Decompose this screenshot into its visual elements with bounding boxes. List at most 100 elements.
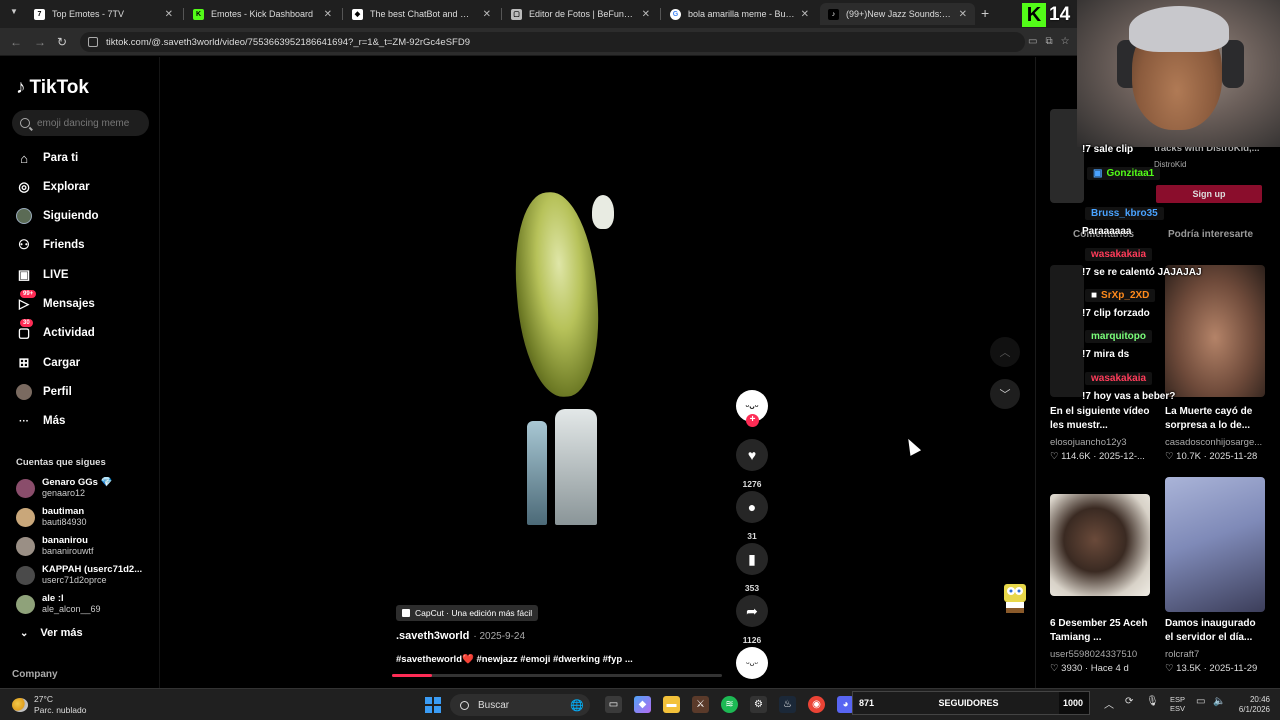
file-explorer-icon[interactable]: ▬ [663,696,680,713]
reload-icon[interactable]: ↻ [57,35,67,49]
chat-username: wasakakaia [1085,248,1153,261]
video-card-title[interactable]: 6 Desember 25 Aceh Tamiang ... [1050,617,1150,645]
network-icon[interactable]: ▭ [1196,696,1205,707]
video-thumbnail[interactable] [1165,477,1265,612]
site-info-icon[interactable] [88,37,98,47]
app-icon[interactable]: ⚔ [692,696,709,713]
spotify-icon[interactable]: ≋ [721,696,738,713]
followed-account[interactable]: bananirou bananirouwtf [16,535,94,557]
account-user: bananirouwtf [42,546,94,556]
steam-icon[interactable]: ♨ [779,696,796,713]
video-caption[interactable]: #savetheworld❤️ #newjazz #emoji #dwerkin… [396,654,633,665]
sidebar-item-para-ti[interactable]: ⌂ Para ti [16,148,78,168]
taskbar-search-label: Buscar [478,699,510,711]
sidebar-item-siguiendo[interactable]: Siguiendo [16,206,99,226]
windows-start-icon[interactable] [425,697,441,713]
sync-icon[interactable]: ⟳ [1125,696,1133,707]
video-card-title[interactable]: Damos inaugurado el servidor el día... [1165,617,1265,645]
microphone-icon[interactable]: 🎙 [1146,696,1159,707]
language-indicator[interactable]: ESP ESV [1170,695,1185,713]
video-progress-bar[interactable] [392,674,722,677]
cast-icon[interactable]: ▭ [1028,36,1037,47]
sidebar-item-mas[interactable]: ··· Más [16,411,65,431]
video-card-user[interactable]: elosojuancho12y3 [1050,437,1127,448]
taskbar-search[interactable]: Buscar 🌐 [450,694,590,716]
sidebar-item-cargar[interactable]: ⊞ Cargar [16,353,81,373]
followed-account[interactable]: Genaro GGs 💎 genaaro12 [16,477,112,499]
save-button[interactable]: ▮ 353 [736,543,768,593]
browser-tab[interactable]: K Emotes - Kick Dashboard ✕ [185,3,340,25]
followed-account[interactable]: bautiman bauti84930 [16,506,87,528]
chrome-icon[interactable]: ◉ [808,696,825,713]
back-icon[interactable]: ← [10,35,22,49]
sidebar-item-perfil[interactable]: Perfil [16,382,72,402]
tab-suggested[interactable]: Podría interesarte [1168,229,1253,240]
tiktok-logo[interactable]: ♪ TikTok [16,77,89,99]
browser-tab[interactable]: ▢ Editor de Fotos | BeFunky: Edita ✕ [503,3,658,25]
activity-glyph: ▢ [17,325,31,340]
close-icon[interactable]: ✕ [483,9,491,20]
music-disc[interactable]: ᵕᴗᵕ [736,647,768,679]
compass-icon: ◎ [18,179,30,194]
close-icon[interactable]: ✕ [324,9,332,20]
capcut-tag[interactable]: CapCut · Una edición más fácil [396,605,539,621]
comment-count: 31 [747,531,757,541]
close-icon[interactable]: ✕ [959,9,967,20]
video-thumbnail[interactable] [1050,265,1084,397]
company-link[interactable]: Company [12,669,58,680]
like-button[interactable]: ♥ 1276 [736,439,768,489]
volume-icon[interactable]: 🔈 [1213,696,1225,707]
close-icon[interactable]: ✕ [165,9,173,20]
video-card-user[interactable]: casadosconhijosarge... [1165,437,1262,448]
video-card-title[interactable]: En el siguiente vídeo les muestr... [1050,405,1150,433]
account-user: ale_alcon__69 [42,604,101,614]
tray-chevron-up-icon[interactable]: ︿ [1104,696,1114,711]
search-input[interactable]: emoji dancing meme [12,110,149,136]
copilot-icon[interactable]: ◆ [634,696,651,713]
followed-account[interactable]: ale :l ale_alcon__69 [16,593,101,615]
befunky-icon: ▢ [511,8,522,20]
logo-text: TikTok [29,77,89,98]
previous-video-button[interactable]: ︿ [990,337,1020,367]
video-author[interactable]: .saveth3world · 2025-9-24 [396,630,525,642]
translate-icon[interactable]: ⧉ [1045,36,1052,47]
new-tab-button[interactable]: + [981,5,989,21]
tab-search-icon[interactable]: ▼ [10,7,18,16]
tab-label: (99+)New Jazz Sounds: Saving [846,9,953,19]
sidebar-item-label: Cargar [43,357,81,369]
task-view-icon[interactable]: ▭ [605,696,622,713]
sidebar-item-live[interactable]: ▣ LIVE [16,265,69,285]
comment-button[interactable]: ● 31 [736,491,768,541]
close-icon[interactable]: ✕ [642,9,650,20]
address-bar[interactable]: tiktok.com/@.saveth3world/video/75536639… [80,32,1025,52]
browser-tab[interactable]: ◆ The best ChatBot and Widgets ✕ [344,3,499,25]
weather-widget[interactable]: 27°C Parc. nublado [12,694,86,716]
bookmark-star-icon[interactable]: ☆ [1061,36,1070,47]
next-video-button[interactable]: ﹀ [990,379,1020,409]
chat-message: Paraaaaaa [1082,226,1132,237]
kick-icon: K [193,8,204,20]
sidebar-item-explorar[interactable]: ◎ Explorar [16,177,89,197]
see-more-button[interactable]: ⌄ Ver más [20,627,83,639]
video-thumbnail[interactable] [1050,494,1150,596]
app-icon[interactable]: ⚙ [750,696,767,713]
sidebar-item-mensajes[interactable]: ▷ 99+ Mensajes [16,290,95,314]
close-icon[interactable]: ✕ [801,9,809,20]
system-clock[interactable]: 20:46 6/1/2026 [1228,695,1270,715]
followed-account[interactable]: KAPPAH (userc71d2... userc71d2oprce [16,564,142,586]
tiktok-note-icon: ♪ [16,77,26,98]
video-player[interactable]: CapCut · Una edición más fácil .saveth3w… [160,57,1033,692]
sign-up-button[interactable]: Sign up [1156,185,1262,203]
video-thumbnail[interactable] [1165,265,1265,397]
video-card-user[interactable]: rolcraft7 [1165,649,1199,660]
follow-plus-button[interactable]: + [746,414,759,427]
forward-icon[interactable]: → [34,35,46,49]
browser-tab-active[interactable]: ♪ (99+)New Jazz Sounds: Saving ✕ [820,3,975,25]
browser-tab[interactable]: G bola amarilla meme - Buscar co ✕ [662,3,817,25]
browser-tab[interactable]: 7 Top Emotes - 7TV ✕ [26,3,181,25]
video-card-user[interactable]: user5598024337510 [1050,649,1137,660]
video-card-title[interactable]: La Muerte cayó de sorpresa a lo de... [1165,405,1265,433]
share-button[interactable]: ➦ 1126 [736,595,768,645]
sidebar-item-actividad[interactable]: ▢ 30 Actividad [16,319,95,343]
sidebar-item-friends[interactable]: ⚇ Friends [16,235,84,255]
